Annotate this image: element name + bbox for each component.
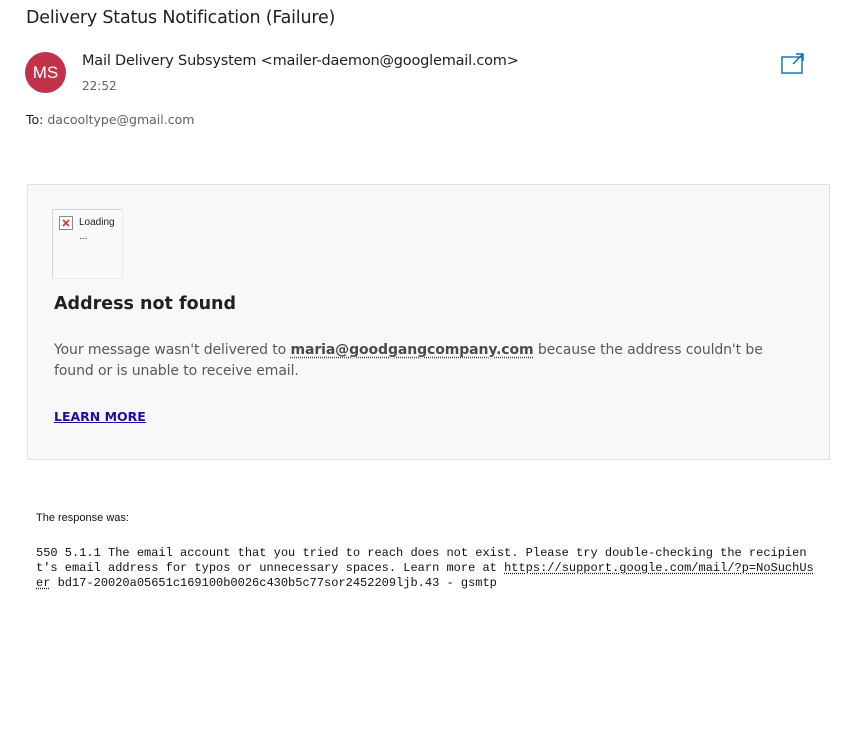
sender-name[interactable]: Mail Delivery Subsystem <mailer-daemon@g… [82, 53, 519, 69]
open-in-new-window-icon[interactable] [780, 52, 806, 76]
card-title: Address not found [54, 294, 237, 314]
message-time: 22:52 [82, 79, 117, 93]
response-label: The response was: [36, 512, 129, 524]
smtp-response: 550 5.1.1 The email account that you tri… [36, 546, 816, 591]
message-subject: Delivery Status Notification (Failure) [26, 8, 336, 28]
card-message-prefix: Your message wasn't delivered to [54, 342, 291, 358]
sender-avatar[interactable]: MS [25, 52, 66, 93]
broken-image-text: Loading ... [79, 217, 115, 242]
broken-image-placeholder: Loading ... [52, 209, 123, 279]
to-label: To: [26, 112, 44, 127]
smtp-response-trailer: bd17-20020a05651c169100b0026c430b5c77sor… [50, 576, 497, 590]
learn-more-link[interactable]: LEARN MORE [54, 409, 146, 424]
to-address[interactable]: dacooltype@gmail.com [47, 112, 194, 127]
recipient-email-link[interactable]: maria@goodgangcompany.com [290, 342, 533, 358]
broken-image-icon [59, 216, 73, 230]
card-message: Your message wasn't delivered to maria@g… [54, 340, 804, 382]
delivery-failure-card: Loading ... Address not found Your messa… [27, 184, 830, 460]
recipient-line: To: dacooltype@gmail.com [26, 112, 194, 127]
